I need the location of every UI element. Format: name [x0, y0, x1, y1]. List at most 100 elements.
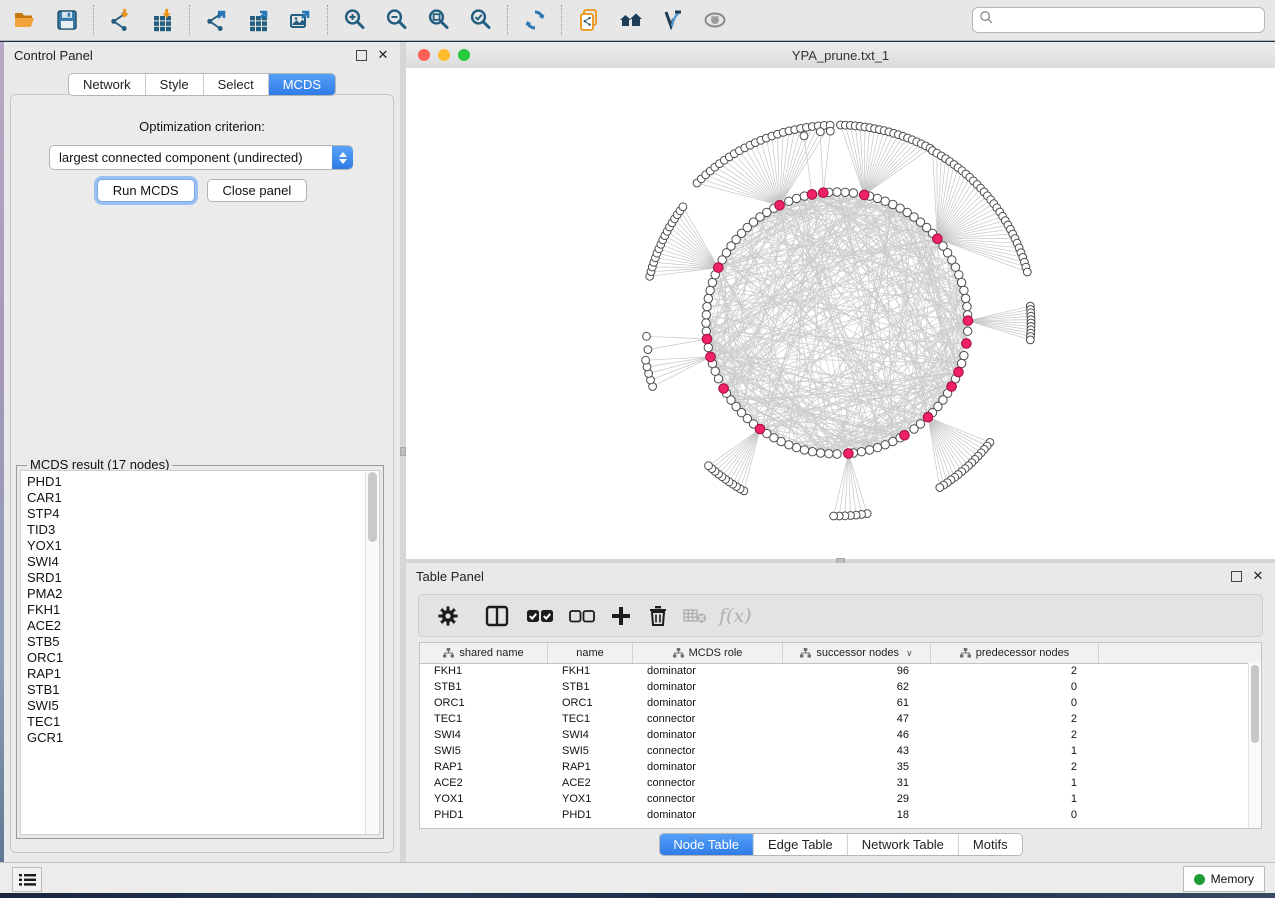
- cell-predecessor-nodes: 1: [931, 793, 1099, 805]
- mcds-result-item[interactable]: PHD1: [21, 474, 379, 490]
- table-row[interactable]: ORC1ORC1dominator610: [420, 695, 1249, 711]
- clone-network-button[interactable]: [572, 4, 606, 36]
- search-input[interactable]: [994, 12, 1258, 28]
- cell-name: PHD1: [548, 809, 633, 821]
- mcds-list-scrollbar[interactable]: [365, 471, 379, 834]
- add-column-button[interactable]: [611, 606, 631, 626]
- tab-node-table[interactable]: Node Table: [659, 834, 754, 855]
- column-header-name[interactable]: name: [548, 643, 633, 663]
- criterion-dropdown[interactable]: largest connected component (undirected): [49, 145, 353, 170]
- refresh-layout-button[interactable]: [518, 4, 552, 36]
- cell-MCDS-role: dominator: [633, 809, 783, 821]
- table-row[interactable]: SWI5SWI5connector431: [420, 743, 1249, 759]
- export-image-button[interactable]: [284, 4, 318, 36]
- mcds-result-list[interactable]: PHD1CAR1STP4TID3YOX1SWI4SRD1PMA2FKH1ACE2…: [20, 470, 380, 835]
- mcds-result-item[interactable]: ORC1: [21, 650, 379, 666]
- gear-button[interactable]: [437, 605, 459, 627]
- control-panel-title: Control Panel: [14, 48, 346, 63]
- table-row[interactable]: ACE2ACE2connector311: [420, 775, 1249, 791]
- mcds-result-item[interactable]: STP4: [21, 506, 379, 522]
- tab-network[interactable]: Network: [69, 74, 146, 95]
- cell-MCDS-role: dominator: [633, 665, 783, 677]
- table-row[interactable]: FKH1FKH1dominator962: [420, 663, 1249, 679]
- deselect-all-button[interactable]: [569, 609, 595, 623]
- tab-motifs[interactable]: Motifs: [959, 834, 1022, 855]
- run-mcds-button[interactable]: Run MCDS: [97, 179, 195, 202]
- cell-shared-name: TEC1: [420, 713, 548, 725]
- table-panel-titlebar: Table Panel ✕: [406, 563, 1275, 589]
- network-overview-button[interactable]: [614, 4, 648, 36]
- column-header-shared-name[interactable]: shared name: [420, 643, 548, 663]
- close-panel-button[interactable]: ✕: [376, 48, 390, 62]
- control-panel-titlebar: Control Panel ✕: [4, 42, 400, 68]
- toolbar-separator: [327, 5, 329, 35]
- mcds-result-item[interactable]: SRD1: [21, 570, 379, 586]
- network-window-titlebar[interactable]: YPA_prune.txt_1: [406, 42, 1275, 69]
- import-table-button[interactable]: [146, 4, 180, 36]
- list-icon: [19, 873, 36, 887]
- table-row[interactable]: PHD1PHD1dominator180: [420, 807, 1249, 823]
- export-table-button[interactable]: [242, 4, 276, 36]
- import-network-button[interactable]: [104, 4, 138, 36]
- network-overview-icon: [619, 8, 643, 32]
- cell-successor-nodes: 43: [783, 745, 931, 757]
- mcds-result-item[interactable]: SWI4: [21, 554, 379, 570]
- zoom-selected-button[interactable]: [464, 4, 498, 36]
- mcds-result-item[interactable]: STB1: [21, 682, 379, 698]
- table-row[interactable]: SWI4SWI4dominator462: [420, 727, 1249, 743]
- toolbar-separator: [507, 5, 509, 35]
- save-session-button[interactable]: [50, 4, 84, 36]
- mcds-result-item[interactable]: ACE2: [21, 618, 379, 634]
- table-row[interactable]: TEC1TEC1connector472: [420, 711, 1249, 727]
- network-canvas[interactable]: [406, 68, 1275, 559]
- table-body: FKH1FKH1dominator962STB1STB1dominator620…: [420, 663, 1249, 828]
- column-header-successor-nodes[interactable]: successor nodes∨: [783, 643, 931, 663]
- mcds-result-item[interactable]: STB5: [21, 634, 379, 650]
- tab-mcds[interactable]: MCDS: [269, 74, 335, 95]
- table-row[interactable]: STB1STB1dominator620: [420, 679, 1249, 695]
- table-scrollbar[interactable]: [1248, 663, 1261, 828]
- delete-column-button[interactable]: [649, 605, 667, 626]
- tab-style[interactable]: Style: [146, 74, 204, 95]
- float-panel-button[interactable]: [1229, 569, 1243, 583]
- cell-name: ORC1: [548, 697, 633, 709]
- zoom-out-button[interactable]: [380, 4, 414, 36]
- float-panel-button[interactable]: [354, 48, 368, 62]
- mcds-result-item[interactable]: SWI5: [21, 698, 379, 714]
- zoom-in-button[interactable]: [338, 4, 372, 36]
- table-row[interactable]: RAP1RAP1dominator352: [420, 759, 1249, 775]
- mcds-result-item[interactable]: TID3: [21, 522, 379, 538]
- cell-shared-name: RAP1: [420, 761, 548, 773]
- cell-successor-nodes: 96: [783, 665, 931, 677]
- tab-select[interactable]: Select: [204, 74, 269, 95]
- tab-edge-table[interactable]: Edge Table: [754, 834, 848, 855]
- import-table-icon: [151, 8, 175, 32]
- cell-predecessor-nodes: 2: [931, 713, 1099, 725]
- mcds-result-item[interactable]: RAP1: [21, 666, 379, 682]
- hide-panel-eye-button[interactable]: [698, 4, 732, 36]
- mcds-result-item[interactable]: PMA2: [21, 586, 379, 602]
- close-panel-button[interactable]: ✕: [1251, 569, 1265, 583]
- search-box[interactable]: [972, 7, 1265, 33]
- column-header-MCDS-role[interactable]: MCDS role: [633, 643, 783, 663]
- vizmapper-button[interactable]: [656, 4, 690, 36]
- export-network-button[interactable]: [200, 4, 234, 36]
- mcds-result-item[interactable]: YOX1: [21, 538, 379, 554]
- zoom-fit-button[interactable]: [422, 4, 456, 36]
- column-header-predecessor-nodes[interactable]: predecessor nodes: [931, 643, 1099, 663]
- columns-button[interactable]: [485, 605, 509, 627]
- cell-name: STB1: [548, 681, 633, 693]
- mcds-result-item[interactable]: TEC1: [21, 714, 379, 730]
- tab-network-table[interactable]: Network Table: [848, 834, 959, 855]
- mcds-result-item[interactable]: GCR1: [21, 730, 379, 746]
- close-panel-action-button[interactable]: Close panel: [207, 179, 308, 202]
- task-history-button[interactable]: [12, 867, 42, 892]
- mcds-result-item[interactable]: CAR1: [21, 490, 379, 506]
- open-file-button[interactable]: [8, 4, 42, 36]
- cell-MCDS-role: connector: [633, 777, 783, 789]
- mcds-result-item[interactable]: FKH1: [21, 602, 379, 618]
- table-row[interactable]: YOX1YOX1connector291: [420, 791, 1249, 807]
- select-all-button[interactable]: [527, 609, 553, 623]
- memory-button[interactable]: Memory: [1183, 866, 1265, 892]
- network-graph[interactable]: [406, 68, 1275, 559]
